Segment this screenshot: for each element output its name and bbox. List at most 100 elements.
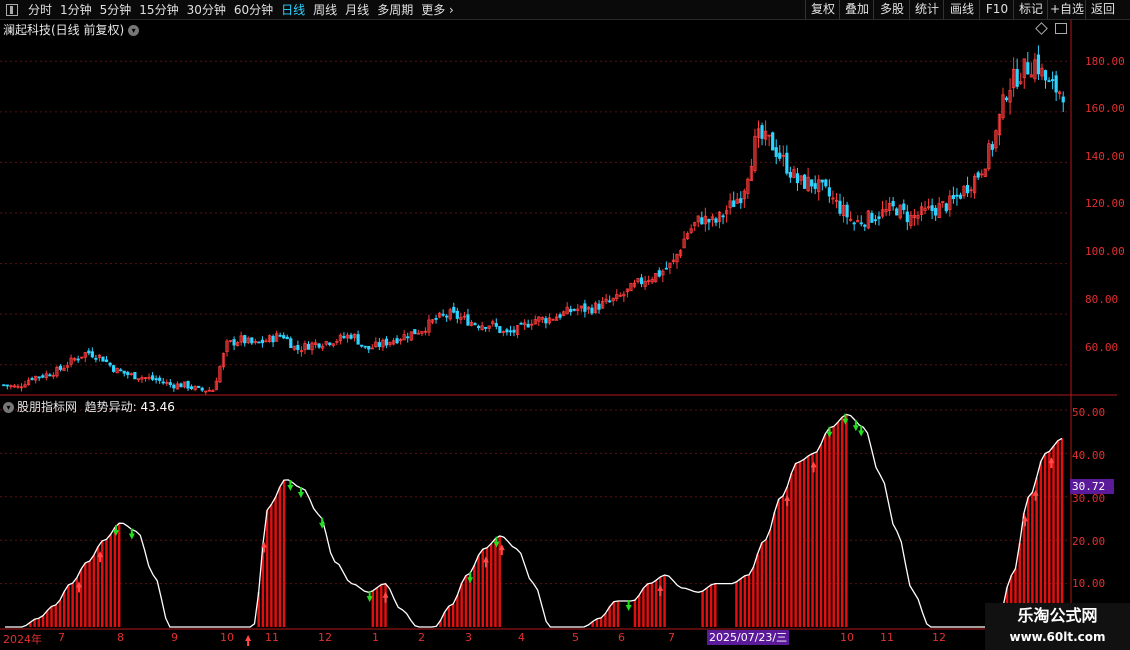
candle-body bbox=[80, 356, 84, 359]
candle-body bbox=[859, 222, 863, 225]
toolbar-btn-0[interactable]: 复权 bbox=[805, 0, 840, 19]
candle-body bbox=[104, 359, 109, 362]
chevron-down-icon[interactable]: ▾ bbox=[128, 25, 140, 36]
candle-body bbox=[30, 378, 34, 380]
indicator-value: 43.46 bbox=[140, 400, 175, 414]
candle-body bbox=[250, 337, 254, 344]
candle-body bbox=[728, 200, 732, 208]
period-tab-8[interactable]: 月线 bbox=[341, 1, 373, 18]
candle-body bbox=[760, 125, 764, 139]
x-tick-8: 2 bbox=[418, 631, 425, 644]
period-tab-0[interactable]: 分时 bbox=[24, 1, 56, 18]
candle-body bbox=[902, 203, 906, 210]
candle-body bbox=[292, 345, 296, 350]
candle-body bbox=[473, 323, 477, 326]
candle-body bbox=[625, 288, 629, 293]
period-tab-3[interactable]: 15分钟 bbox=[135, 1, 182, 18]
candle-body bbox=[416, 332, 420, 335]
candle-body bbox=[615, 294, 619, 300]
toolbar-btn-7[interactable]: +自选 bbox=[1047, 0, 1086, 19]
candle-body bbox=[448, 309, 452, 320]
panel-toggle-icon[interactable] bbox=[6, 3, 18, 16]
candle-body bbox=[200, 387, 204, 391]
candle-body bbox=[813, 183, 817, 189]
candle-body bbox=[101, 356, 105, 362]
candle-body bbox=[980, 173, 984, 176]
candle-body bbox=[253, 341, 257, 343]
candle-body bbox=[951, 194, 955, 200]
up-arrow-icon bbox=[260, 541, 267, 553]
candle-body bbox=[402, 334, 406, 341]
period-tab-1[interactable]: 1分钟 bbox=[56, 1, 96, 18]
candle-body bbox=[703, 215, 707, 225]
toolbar-btn-5[interactable]: F10 bbox=[979, 0, 1014, 19]
toolbar-btn-3[interactable]: 统计 bbox=[909, 0, 944, 19]
candle-body bbox=[965, 184, 970, 194]
candle-body bbox=[916, 214, 920, 219]
candle-body bbox=[643, 280, 647, 287]
down-arrow-icon bbox=[297, 486, 304, 498]
toolbar-btn-6[interactable]: 标记 bbox=[1013, 0, 1048, 19]
candle-body bbox=[136, 378, 141, 381]
candle-body bbox=[817, 179, 821, 193]
candle-body bbox=[664, 267, 668, 270]
period-tab-4[interactable]: 30分钟 bbox=[183, 1, 230, 18]
candle-body bbox=[441, 313, 445, 316]
toolbar-btn-8[interactable]: 返回 bbox=[1085, 0, 1120, 19]
candle-body bbox=[218, 366, 222, 383]
candle-body bbox=[406, 336, 410, 339]
candle-body bbox=[126, 371, 130, 376]
candle-body bbox=[296, 345, 300, 351]
candle-body bbox=[717, 211, 722, 222]
candle-body bbox=[880, 209, 885, 217]
candle-body bbox=[1033, 59, 1037, 80]
candle-body bbox=[1058, 91, 1062, 95]
period-tab-6[interactable]: 日线 bbox=[277, 1, 309, 18]
candle-body bbox=[746, 178, 750, 194]
candle-body bbox=[909, 214, 913, 226]
candle-body bbox=[898, 204, 902, 219]
candle-body bbox=[129, 373, 133, 376]
candle-body bbox=[806, 176, 810, 191]
up-arrow-icon bbox=[1032, 489, 1039, 501]
diamond-icon[interactable] bbox=[1035, 22, 1048, 35]
candle-body bbox=[313, 342, 318, 346]
candle-body bbox=[271, 335, 275, 343]
candle-body bbox=[675, 253, 679, 263]
candle-body bbox=[905, 211, 909, 223]
candle-body bbox=[519, 322, 523, 325]
candle-body bbox=[944, 203, 948, 212]
toolbar-btn-4[interactable]: 画线 bbox=[943, 0, 980, 19]
candle-body bbox=[941, 201, 945, 203]
candle-body bbox=[225, 340, 229, 353]
toolbar-btn-1[interactable]: 叠加 bbox=[839, 0, 874, 19]
candle-body bbox=[856, 220, 860, 223]
candle-body bbox=[841, 204, 846, 217]
down-arrow-icon bbox=[128, 528, 135, 540]
candle-body bbox=[466, 314, 470, 326]
candle-body bbox=[654, 273, 658, 282]
candle-body bbox=[374, 341, 378, 348]
toolbar-btn-2[interactable]: 多股 bbox=[873, 0, 910, 19]
window-icon[interactable] bbox=[1055, 23, 1067, 34]
period-tab-2[interactable]: 5分钟 bbox=[96, 1, 136, 18]
chevron-right-icon: › bbox=[449, 3, 454, 17]
candle-body bbox=[725, 210, 729, 215]
candle-body bbox=[275, 333, 279, 342]
candle-body bbox=[239, 335, 243, 343]
period-tab-7[interactable]: 周线 bbox=[309, 1, 341, 18]
candle-body bbox=[551, 318, 555, 321]
candle-body bbox=[533, 319, 537, 325]
candle-body bbox=[820, 179, 824, 183]
x-tick-2: 8 bbox=[117, 631, 124, 644]
candle-body bbox=[523, 322, 527, 326]
candle-body bbox=[168, 382, 172, 386]
candle-body bbox=[356, 334, 360, 345]
period-tab-5[interactable]: 60分钟 bbox=[230, 1, 277, 18]
indicator-menu-icon[interactable]: ▾ bbox=[3, 402, 14, 413]
candle-body bbox=[505, 329, 509, 333]
candle-body bbox=[537, 316, 541, 322]
period-tab-9[interactable]: 多周期 bbox=[373, 1, 417, 18]
candle-body bbox=[834, 199, 839, 202]
period-tab-10[interactable]: 更多 › bbox=[417, 1, 458, 18]
